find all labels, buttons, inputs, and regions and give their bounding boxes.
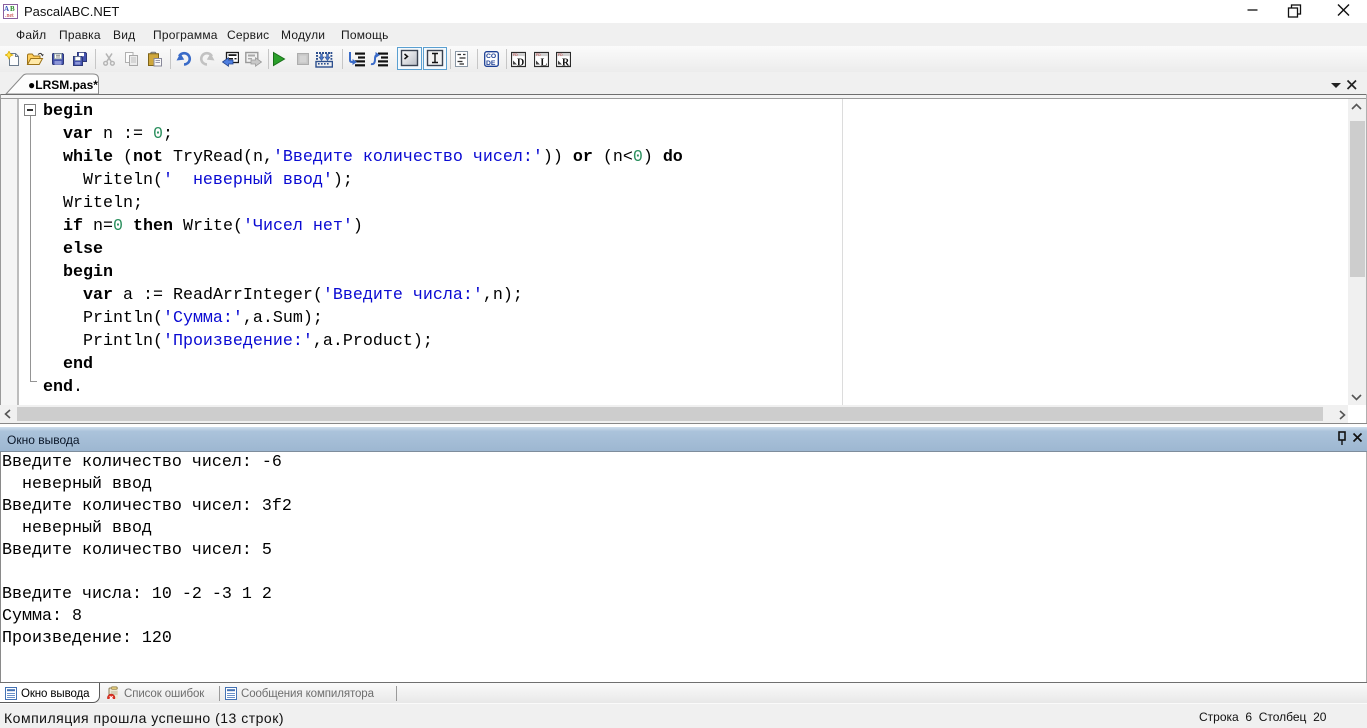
svg-text:.net: .net	[5, 13, 14, 19]
svg-text:A: A	[4, 5, 9, 13]
svg-text:FD: FD	[513, 53, 518, 57]
svg-text:FD: FD	[558, 53, 563, 57]
svg-text:L: L	[541, 58, 548, 69]
svg-text:FD: FD	[536, 53, 541, 57]
svg-text:D: D	[517, 58, 524, 69]
svg-text:R: R	[562, 58, 570, 69]
svg-text:B: B	[10, 5, 15, 13]
svg-text:DE: DE	[486, 60, 496, 67]
